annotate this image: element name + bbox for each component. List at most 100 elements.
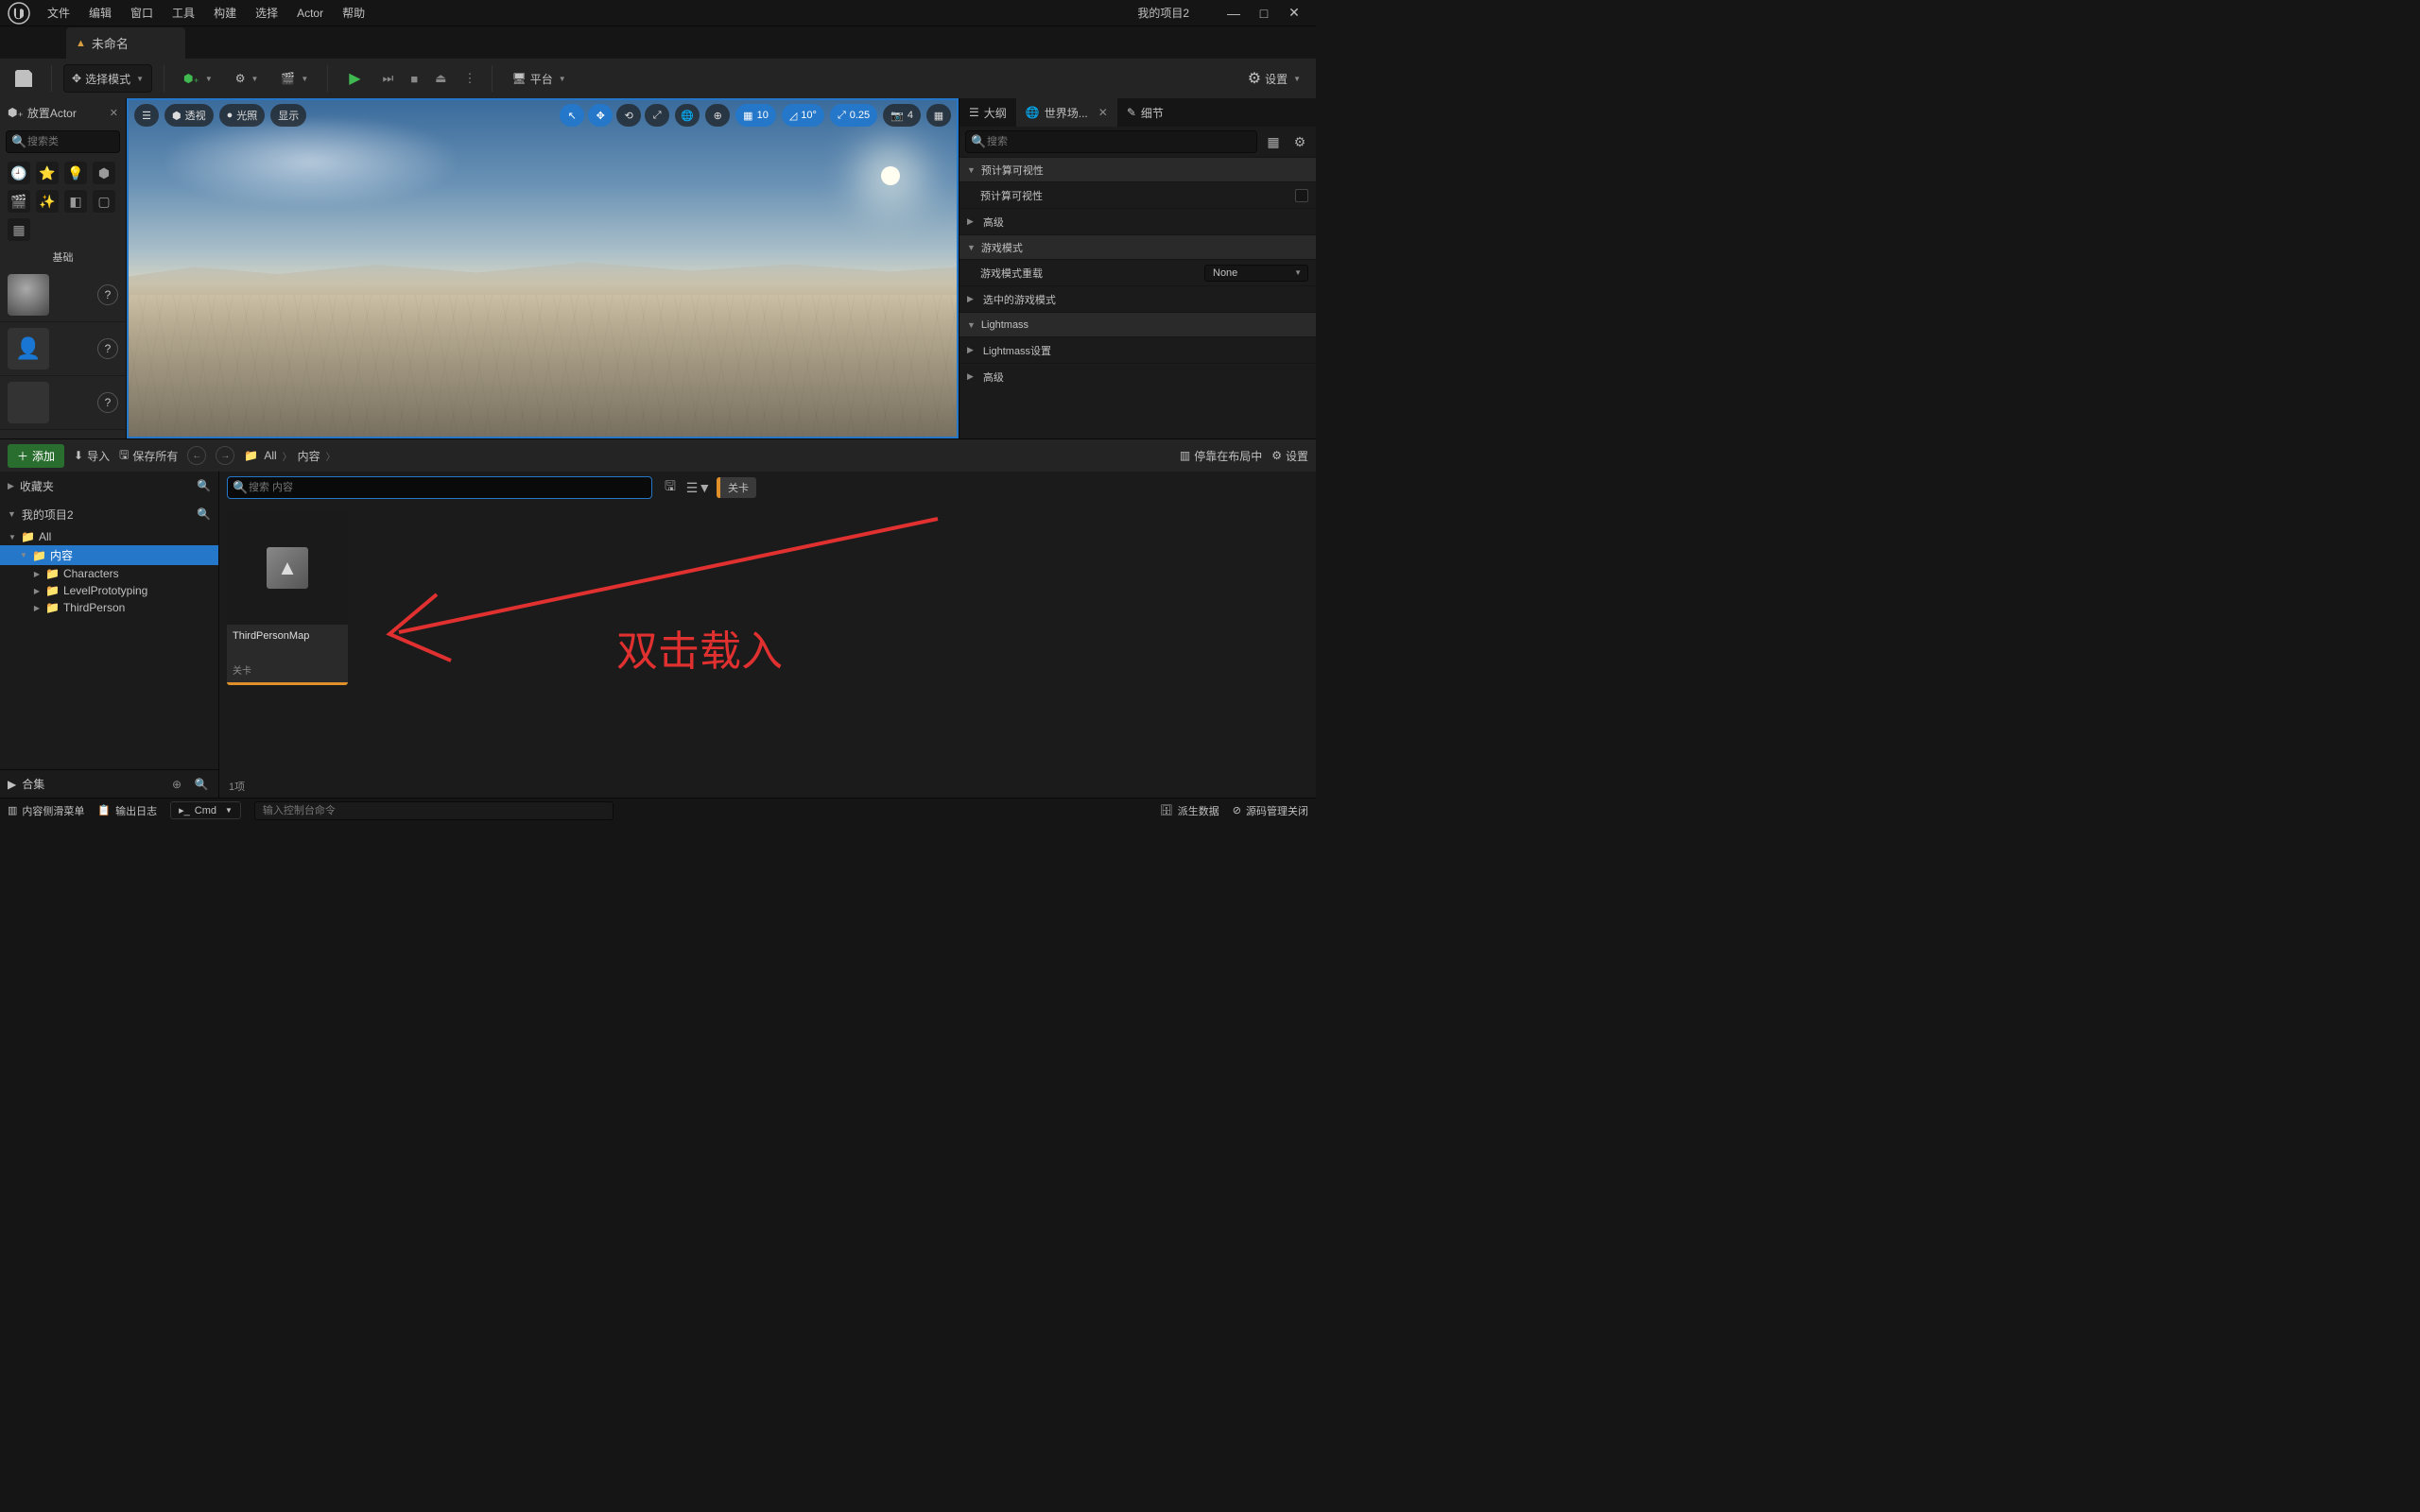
cmd-type-button[interactable]: ▸_Cmd▼ [170,801,241,819]
play-options-button[interactable]: ⋮ [458,64,480,93]
collections-section[interactable]: ▶ 合集 ⊕ 🔍 [0,769,218,798]
scale-tool[interactable]: ⤢ [645,104,669,127]
add-button[interactable]: ＋添加 [8,444,64,468]
precomputed-vis-checkbox[interactable] [1295,189,1308,202]
minimize-button[interactable]: ― [1227,7,1240,20]
menu-file[interactable]: 文件 [38,1,79,25]
cinematics-button[interactable]: 🎬 [273,64,316,93]
grid-view-button[interactable]: ▦ [1263,131,1284,152]
angle-snap-button[interactable]: ◿10° [782,104,824,127]
stop-button[interactable]: ■ [406,64,423,93]
prop-advanced2[interactable]: ▶高级 [959,363,1316,389]
show-button[interactable]: 显示 [270,104,306,127]
basic-icon[interactable]: ⭐ [36,162,59,184]
import-button[interactable]: ⬇导入 [74,448,110,464]
viewport[interactable]: ☰ ⬢透视 ●光照 显示 ↖ ✥ ⟲ ⤢ 🌐 ⊕ ▦10 ◿10° ⤢0.25 … [127,98,959,438]
play-button[interactable]: ▶ [339,64,370,93]
perspective-button[interactable]: ⬢透视 [164,104,214,127]
select-mode-button[interactable]: ✥ 选择模式 [63,64,152,93]
close-icon[interactable]: ✕ [110,107,118,119]
scale-snap-button[interactable]: ⤢0.25 [830,104,877,127]
cb-settings-button[interactable]: ⚙设置 [1271,448,1308,464]
lights-icon[interactable]: 💡 [64,162,87,184]
add-content-button[interactable]: ⬢₊ [176,64,220,93]
recent-icon[interactable]: 🕘 [8,162,30,184]
maximize-button[interactable]: □ [1257,7,1270,20]
grid-snap-button[interactable]: ▦10 [735,104,776,127]
asset-grid[interactable]: ▲ ThirdPersonMap 关卡 双击载入 [219,504,1316,775]
asset-thirdpersonmap[interactable]: ▲ ThirdPersonMap 关卡 [227,511,348,685]
settings-gear-button[interactable]: ⚙ [1289,131,1310,152]
breadcrumb-content[interactable]: 内容 [298,448,320,464]
section-precomputed-vis[interactable]: ▼预计算可视性 [959,157,1316,181]
nav-forward-button[interactable]: → [216,446,234,465]
viewport-menu-button[interactable]: ☰ [134,104,159,127]
platform-button[interactable]: 🖥 平台 [504,64,573,93]
tab-details[interactable]: ✎细节 [1117,98,1173,127]
help-icon[interactable]: ? [97,338,118,359]
favorites-section[interactable]: ▶ 收藏夹 🔍 [0,472,218,500]
skip-button[interactable]: ⏭ [378,64,399,93]
game-mode-override-dropdown[interactable]: None [1204,265,1308,282]
section-game-mode[interactable]: ▼游戏模式 [959,234,1316,259]
all-classes-icon[interactable]: ▦ [8,218,30,241]
save-all-button[interactable]: 🖫保存所有 [119,446,178,466]
search-icon[interactable]: 🔍 [197,479,211,492]
tree-characters[interactable]: ▶📁Characters [0,565,218,582]
eject-button[interactable]: ⏏ [430,64,451,93]
actor-character[interactable]: 👤 ? [0,322,126,376]
surface-snap-button[interactable]: ⊕ [705,104,730,127]
actor-sphere[interactable]: ? [0,268,126,322]
derived-data-button[interactable]: 🗄派生数据 [1160,803,1219,818]
menu-edit[interactable]: 编辑 [79,1,121,25]
section-lightmass[interactable]: ▼Lightmass [959,312,1316,336]
prop-lightmass-settings[interactable]: ▶Lightmass设置 [959,336,1316,363]
source-control-button[interactable]: ⊘源码管理关闭 [1233,803,1308,818]
details-search-input[interactable] [965,130,1257,153]
menu-select[interactable]: 选择 [246,1,287,25]
console-input[interactable] [254,801,614,820]
tree-levelproto[interactable]: ▶📁LevelPrototyping [0,582,218,599]
tab-outliner[interactable]: ☰大纲 [959,98,1016,127]
save-button[interactable] [8,64,40,93]
project-section[interactable]: ▼ 我的项目2 🔍 [0,500,218,528]
shapes-icon[interactable]: ⬢ [93,162,115,184]
tree-all[interactable]: ▼📁All [0,528,218,545]
lighting-button[interactable]: ●光照 [219,104,266,127]
save-filter-button[interactable]: 🖫 [660,477,681,498]
prop-selected-game-mode[interactable]: ▶选中的游戏模式 [959,285,1316,312]
menu-help[interactable]: 帮助 [333,1,374,25]
help-icon[interactable]: ? [97,284,118,305]
rotate-tool[interactable]: ⟲ [616,104,641,127]
translate-tool[interactable]: ✥ [588,104,613,127]
breadcrumb-all[interactable]: All [264,449,276,462]
fx-icon[interactable]: ✨ [36,190,59,213]
add-collection-button[interactable]: ⊕ [167,778,186,791]
nav-back-button[interactable]: ← [187,446,206,465]
document-tab[interactable]: ▲ 未命名 [66,27,185,59]
filter-button[interactable]: ☰▼ [688,477,709,498]
camera-speed-button[interactable]: 📷4 [883,104,921,127]
tab-world-settings[interactable]: 🌐世界场...✕ [1016,98,1117,127]
search-icon[interactable]: 🔍 [192,778,211,791]
tree-thirdperson[interactable]: ▶📁ThirdPerson [0,599,218,616]
content-drawer-button[interactable]: ▥内容侧滑菜单 [8,803,84,818]
menu-tools[interactable]: 工具 [163,1,204,25]
search-icon[interactable]: 🔍 [197,507,211,521]
world-local-toggle[interactable]: 🌐 [675,104,700,127]
select-tool[interactable]: ↖ [560,104,584,127]
viewport-layout-button[interactable]: ▦ [926,104,951,127]
close-icon[interactable]: ✕ [1098,106,1108,119]
blueprint-button[interactable]: ⚙ [228,64,267,93]
filter-chip-level[interactable]: 关卡 [717,477,756,498]
close-button[interactable]: ✕ [1288,7,1301,20]
volumes-icon[interactable]: ▢ [93,190,115,213]
menu-build[interactable]: 构建 [204,1,246,25]
tree-content[interactable]: ▼📁内容 [0,545,218,565]
content-search-input[interactable] [227,476,652,499]
settings-button[interactable]: ⚙ 设置 [1240,64,1308,93]
geometry-icon[interactable]: ◧ [64,190,87,213]
actor-pawn[interactable]: ♟ ? [0,376,126,430]
menu-actor[interactable]: Actor [287,3,333,24]
place-actors-tab[interactable]: ⬢₊ 放置Actor ✕ [0,98,126,127]
